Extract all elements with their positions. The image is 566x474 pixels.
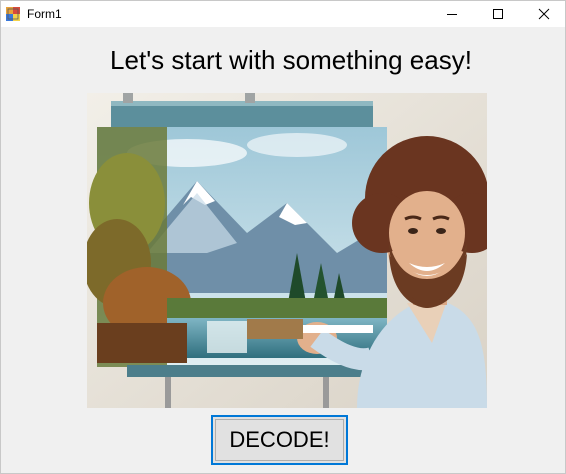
- app-icon: [6, 7, 20, 21]
- decode-button[interactable]: DECODE!: [211, 415, 348, 465]
- close-button[interactable]: [521, 1, 566, 27]
- form-window: Form1 Let's start with something easy! D…: [0, 0, 566, 474]
- minimize-icon: [447, 14, 457, 15]
- minimize-button[interactable]: [429, 1, 475, 27]
- decode-button-label: DECODE!: [229, 427, 330, 452]
- painter-picture: [87, 93, 487, 408]
- maximize-button[interactable]: [475, 1, 521, 27]
- title-bar[interactable]: Form1: [1, 1, 565, 27]
- close-icon: [538, 8, 550, 20]
- page-heading: Let's start with something easy!: [110, 45, 472, 75]
- painter-picture-illustration: [87, 93, 487, 408]
- window-title: Form1: [27, 7, 62, 21]
- maximize-icon: [493, 9, 503, 19]
